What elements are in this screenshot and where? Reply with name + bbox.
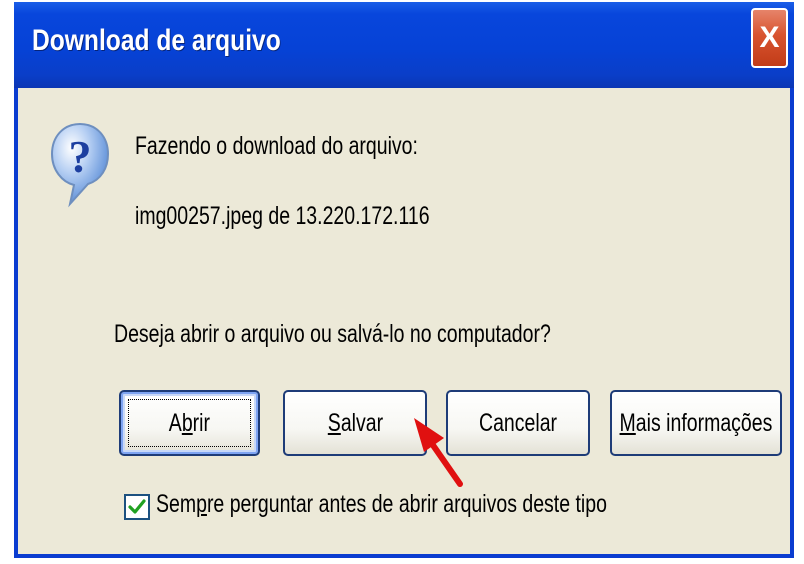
open-button-label: Abrir: [168, 408, 211, 437]
save-button[interactable]: Salvar: [283, 390, 427, 456]
title-bar[interactable]: Download de arquivo X: [14, 2, 794, 88]
checkmark-icon: [128, 499, 146, 514]
save-button-label: Salvar: [327, 408, 383, 437]
red-arrow-icon: [414, 418, 463, 487]
question-text: Deseja abrir o arquivo ou salvá-lo no co…: [114, 320, 551, 348]
more-info-button-label: Mais informações: [619, 408, 773, 437]
more-info-button[interactable]: Mais informações: [610, 390, 782, 456]
file-info: img00257.jpeg de 13.220.172.116: [135, 202, 430, 230]
window-title: Download de arquivo: [32, 24, 281, 57]
always-ask-checkbox[interactable]: [124, 494, 150, 520]
always-ask-label[interactable]: Sempre perguntar antes de abrir arquivos…: [156, 490, 607, 519]
svg-text:?: ?: [69, 131, 92, 182]
question-icon: ?: [50, 122, 110, 208]
download-message: Fazendo o download do arquivo:: [135, 132, 418, 160]
download-dialog: Download de arquivo X ? Fazendo o downlo…: [14, 2, 794, 558]
cancel-button-label: Cancelar: [478, 408, 558, 437]
close-icon: X: [759, 21, 780, 54]
close-button[interactable]: X: [751, 8, 788, 68]
open-button[interactable]: Abrir: [119, 390, 260, 456]
